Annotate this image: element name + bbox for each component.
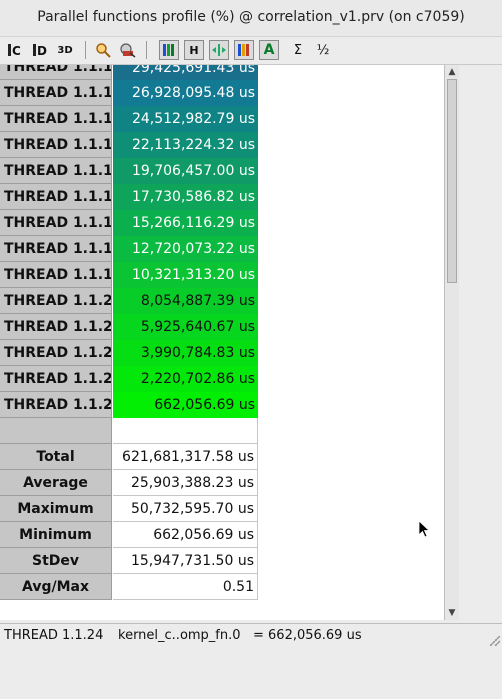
empty-row-header xyxy=(0,418,112,444)
view-options-icon[interactable] xyxy=(118,40,138,60)
table-cell[interactable]: 8,054,887.39 us xyxy=(113,288,258,314)
stat-value-stdev: 15,947,731.50 us xyxy=(113,548,258,574)
status-bar: THREAD 1.1.24 kernel_c..omp_fn.0 = 662,0… xyxy=(0,623,502,648)
row-header[interactable]: THREAD 1.1.16 xyxy=(0,184,112,210)
stat-label-maximum: Maximum xyxy=(0,496,112,522)
open-control-icon[interactable]: C xyxy=(5,40,25,60)
stat-label-stdev: StDev xyxy=(0,548,112,574)
horizontal-icon[interactable] xyxy=(209,40,229,60)
row-header[interactable]: THREAD 1.1.20 xyxy=(0,288,112,314)
mouse-cursor-icon xyxy=(419,521,431,538)
row-header[interactable]: THREAD 1.1.11 xyxy=(0,65,112,80)
window-title: Parallel functions profile (%) @ correla… xyxy=(37,9,465,25)
hide-columns-icon[interactable]: H xyxy=(184,40,204,60)
table-cell[interactable]: 3,990,784.83 us xyxy=(113,340,258,366)
status-thread: THREAD 1.1.24 xyxy=(4,628,104,643)
table-cell[interactable]: 22,113,224.32 us xyxy=(113,132,258,158)
horizontal-glyph xyxy=(212,44,226,56)
row-header[interactable]: THREAD 1.1.18 xyxy=(0,236,112,262)
table-cell[interactable]: 2,220,702.86 us xyxy=(113,366,258,392)
svg-text:C: C xyxy=(12,44,21,58)
table-cell[interactable]: 24,512,982.79 us xyxy=(113,106,258,132)
row-header[interactable]: THREAD 1.1.22 xyxy=(0,340,112,366)
stat-value-avgmax: 0.51 xyxy=(113,574,258,600)
scroll-up-icon[interactable]: ▲ xyxy=(446,66,458,78)
resize-grip-icon[interactable] xyxy=(490,636,500,646)
fraction-icon[interactable]: ½ xyxy=(313,40,333,60)
scroll-down-icon[interactable]: ▼ xyxy=(446,607,458,619)
open-data-icon[interactable]: D xyxy=(30,40,50,60)
empty-cell xyxy=(113,418,258,444)
color-mode-icon[interactable] xyxy=(159,40,179,60)
zoom-glyph xyxy=(96,43,111,58)
stat-label-total: Total xyxy=(0,444,112,470)
row-header[interactable]: THREAD 1.1.21 xyxy=(0,314,112,340)
stat-value-minimum: 662,056.69 us xyxy=(113,522,258,548)
row-header[interactable]: THREAD 1.1.19 xyxy=(0,262,112,288)
stat-label-minimum: Minimum xyxy=(0,522,112,548)
status-function: kernel_c..omp_fn.0 xyxy=(118,628,241,643)
svg-text:D: D xyxy=(37,44,47,58)
table-cell[interactable]: 12,720,073.22 us xyxy=(113,236,258,262)
stat-value-maximum: 50,732,595.70 us xyxy=(113,496,258,522)
vertical-color-glyph xyxy=(238,44,249,56)
row-header[interactable]: THREAD 1.1.14 xyxy=(0,132,112,158)
window-titlebar: Parallel functions profile (%) @ correla… xyxy=(0,0,502,37)
row-header[interactable]: THREAD 1.1.17 xyxy=(0,210,112,236)
table-cell[interactable]: 5,925,640.67 us xyxy=(113,314,258,340)
toolbar-separator xyxy=(85,41,86,59)
color-mode-glyph xyxy=(163,44,174,56)
stat-label-avgmax: Avg/Max xyxy=(0,574,112,600)
table-cell[interactable]: 10,321,313.20 us xyxy=(113,262,258,288)
table-cell[interactable]: 662,056.69 us xyxy=(113,392,258,418)
profile-table: THREAD 1.1.11 29,425,691.43 us THREAD 1.… xyxy=(0,65,444,620)
open-data-glyph: D xyxy=(33,44,47,58)
row-header[interactable]: THREAD 1.1.13 xyxy=(0,106,112,132)
zoom-icon[interactable] xyxy=(93,40,113,60)
3d-icon[interactable]: 3D xyxy=(55,40,75,60)
stat-value-total: 621,681,317.58 us xyxy=(113,444,258,470)
row-header[interactable]: THREAD 1.1.24 xyxy=(0,392,112,418)
stat-value-average: 25,903,388.23 us xyxy=(113,470,258,496)
table-cell[interactable]: 26,928,095.48 us xyxy=(113,80,258,106)
row-header[interactable]: THREAD 1.1.12 xyxy=(0,80,112,106)
table-cell[interactable]: 17,730,586.82 us xyxy=(113,184,258,210)
scrollbar-thumb[interactable] xyxy=(447,79,457,283)
stat-label-average: Average xyxy=(0,470,112,496)
table-cell[interactable]: 29,425,691.43 us xyxy=(113,65,258,80)
sum-icon[interactable]: Σ xyxy=(288,40,308,60)
vertical-color-icon[interactable] xyxy=(234,40,254,60)
row-header[interactable]: THREAD 1.1.15 xyxy=(0,158,112,184)
toolbar-separator xyxy=(146,41,147,59)
status-value: = 662,056.69 us xyxy=(253,628,362,643)
toolbar: C D 3D H A Σ ½ xyxy=(0,37,502,65)
vertical-scrollbar[interactable]: ▲ ▼ xyxy=(444,65,459,620)
row-header[interactable]: THREAD 1.1.23 xyxy=(0,366,112,392)
table-cell[interactable]: 19,706,457.00 us xyxy=(113,158,258,184)
label-icon[interactable]: A xyxy=(259,40,279,60)
table-cell[interactable]: 15,266,116.29 us xyxy=(113,210,258,236)
view-options-glyph xyxy=(120,43,136,58)
open-control-glyph: C xyxy=(8,44,21,58)
